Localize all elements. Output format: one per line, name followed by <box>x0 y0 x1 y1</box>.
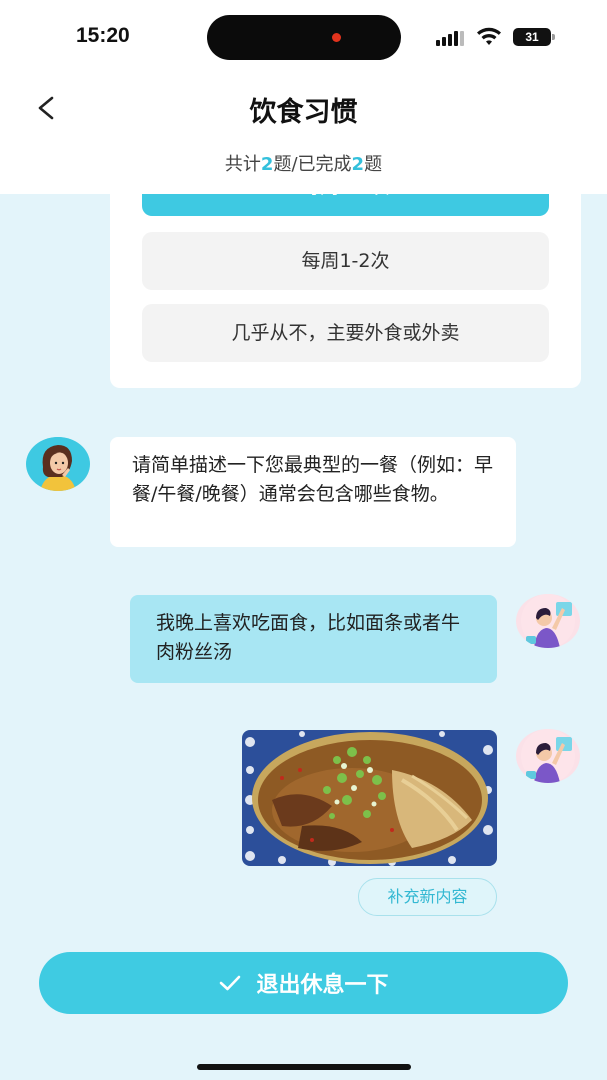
checkmark-icon <box>220 975 241 991</box>
option-weekly-1-2[interactable]: 每周1-2次 <box>142 232 549 290</box>
exit-rest-label: 退出休息一下 <box>256 973 389 998</box>
answer-options-card: 每周3-5次 每周1-2次 几乎从不，主要外食或外卖 <box>110 158 581 388</box>
progress-prefix: 共计 <box>224 154 261 175</box>
status-bar: 15:20 31 <box>0 0 607 72</box>
user-message: 我晚上喜欢吃面食，比如面条或者牛肉粉丝汤 <box>130 595 497 683</box>
nav-header: 饮食习惯 共计2题/已完成2题 <box>0 72 607 194</box>
chat-content[interactable]: 每周3-5次 每周1-2次 几乎从不，主要外食或外卖 请简单描述一下您最典型的一… <box>0 158 607 1080</box>
wifi-icon <box>477 27 501 45</box>
exit-rest-button[interactable]: 退出休息一下 <box>39 952 568 1014</box>
option-rarely[interactable]: 几乎从不，主要外食或外卖 <box>142 304 549 362</box>
home-indicator[interactable] <box>197 1064 411 1070</box>
assistant-avatar <box>26 437 90 491</box>
progress-middle: 题/已完成 <box>273 154 352 175</box>
question-progress: 共计2题/已完成2题 <box>0 150 607 176</box>
assistant-message: 请简单描述一下您最典型的一餐（例如：早餐/午餐/晚餐）通常会包含哪些食物。 <box>110 437 516 547</box>
progress-done: 2 <box>351 154 365 175</box>
battery-icon: 31 <box>513 28 555 46</box>
progress-suffix: 题 <box>364 154 383 175</box>
user-avatar <box>516 594 580 648</box>
dynamic-island <box>207 15 401 60</box>
recording-dot <box>332 33 341 42</box>
status-time: 15:20 <box>76 24 130 47</box>
signal-icon <box>436 30 466 46</box>
page-title: 饮食习惯 <box>249 97 358 128</box>
supplement-content-button[interactable]: 补充新内容 <box>358 878 497 916</box>
progress-total: 2 <box>260 154 274 175</box>
food-photo-message[interactable] <box>242 730 497 866</box>
user-avatar <box>516 729 580 783</box>
